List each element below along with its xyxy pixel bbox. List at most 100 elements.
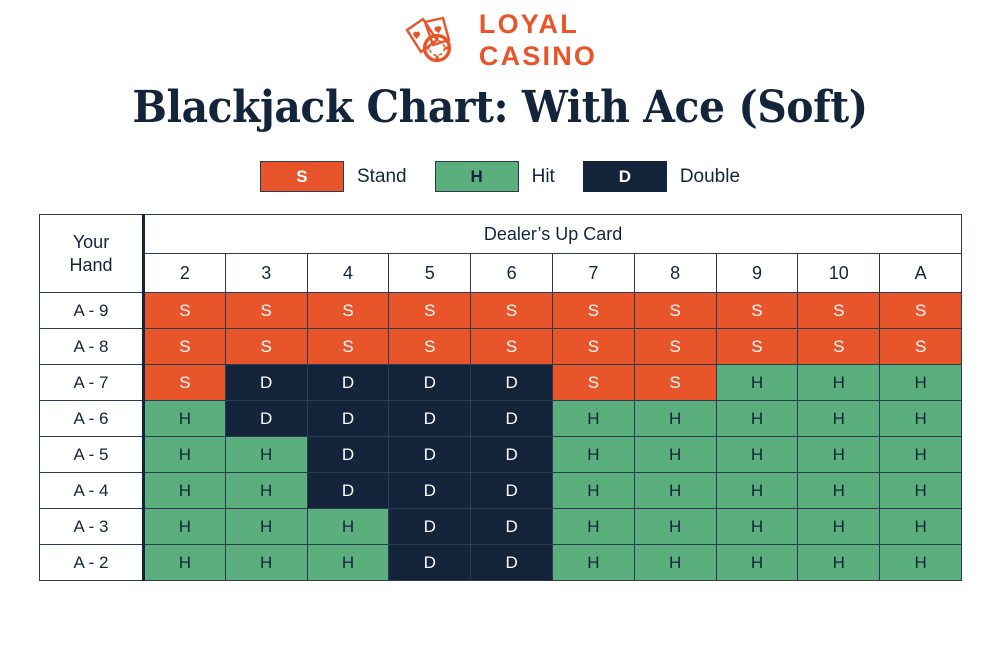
header-row-dealer: Your Hand Dealer’s Up Card: [39, 214, 963, 293]
decision-cell-a-5-vs-2: H: [143, 436, 226, 473]
column-header-10: 10: [797, 253, 881, 293]
brand-wordmark: LOYAL CASINO: [478, 10, 598, 71]
legend-swatch-hit: H: [434, 161, 519, 192]
decision-cell-a-2-vs-5: D: [388, 544, 472, 581]
row-label-a-8: A - 8: [39, 328, 145, 365]
table-row: A - 8SSSSSSSSSS: [39, 328, 963, 365]
decision-cell-a-7-vs-6: D: [470, 364, 553, 401]
column-header-7: 7: [551, 253, 635, 293]
decision-cell-a-4-vs-6: D: [470, 472, 553, 509]
row-label-a-5: A - 5: [39, 436, 145, 473]
brand-line-2: CASINO: [478, 40, 598, 71]
column-header-6: 6: [470, 253, 553, 293]
decision-cell-a-7-vs-10: H: [797, 364, 881, 401]
decision-cell-a-7-vs-3: D: [224, 364, 308, 401]
page-title: Blackjack Chart: With Ace (Soft): [132, 82, 868, 133]
decision-cell-a-8-vs-9: S: [715, 328, 799, 365]
decision-cell-a-5-vs-7: H: [551, 436, 635, 473]
row-label-a-4: A - 4: [39, 472, 145, 509]
decision-cell-a-9-vs-3: S: [224, 292, 308, 329]
decision-cell-a-6-vs-5: D: [388, 400, 472, 437]
decision-cell-a-8-vs-7: S: [551, 328, 635, 365]
decision-cell-a-6-vs-8: H: [633, 400, 717, 437]
decision-cell-a-2-vs-A: H: [879, 544, 963, 581]
decision-cell-a-2-vs-4: H: [306, 544, 390, 581]
decision-cell-a-5-vs-5: D: [388, 436, 472, 473]
decision-cell-a-9-vs-6: S: [470, 292, 553, 329]
decision-cell-a-2-vs-9: H: [715, 544, 799, 581]
row-label-a-2: A - 2: [39, 544, 145, 581]
table-row: A - 2HHHDDHHHHH: [39, 544, 963, 581]
dealer-up-card-header: Dealer’s Up Card: [142, 214, 963, 254]
decision-cell-a-3-vs-9: H: [715, 508, 799, 545]
decision-cell-a-8-vs-5: S: [388, 328, 472, 365]
decision-cell-a-3-vs-4: H: [306, 508, 390, 545]
legend-swatch-stand: S: [259, 161, 344, 192]
column-header-a: A: [879, 253, 963, 293]
decision-cell-a-5-vs-4: D: [306, 436, 390, 473]
decision-cell-a-4-vs-5: D: [388, 472, 472, 509]
blackjack-strategy-table: Your Hand Dealer’s Up Card 2 3 4 5 6 7 8…: [39, 214, 963, 581]
decision-cell-a-2-vs-10: H: [797, 544, 881, 581]
decision-cell-a-7-vs-5: D: [388, 364, 472, 401]
decision-cell-a-5-vs-8: H: [633, 436, 717, 473]
decision-cell-a-8-vs-A: S: [879, 328, 963, 365]
decision-cell-a-9-vs-8: S: [633, 292, 717, 329]
decision-cell-a-5-vs-3: H: [224, 436, 308, 473]
decision-cell-a-3-vs-3: H: [224, 508, 308, 545]
decision-cell-a-4-vs-2: H: [143, 472, 226, 509]
corner-line-2: Hand: [69, 254, 113, 275]
legend-label-stand: Stand: [356, 165, 407, 187]
decision-cell-a-7-vs-9: H: [715, 364, 799, 401]
decision-cell-a-6-vs-10: H: [797, 400, 881, 437]
decision-cell-a-3-vs-5: D: [388, 508, 472, 545]
decision-cell-a-2-vs-2: H: [143, 544, 226, 581]
strategy-table-container: Your Hand Dealer’s Up Card 2 3 4 5 6 7 8…: [39, 214, 963, 581]
decision-cell-a-4-vs-10: H: [797, 472, 881, 509]
decision-cell-a-7-vs-4: D: [306, 364, 390, 401]
decision-cell-a-8-vs-4: S: [306, 328, 390, 365]
legend-swatch-double: D: [582, 161, 667, 192]
legend-item-hit: H Hit: [434, 161, 555, 192]
table-row: A - 6HDDDDHHHHH: [39, 400, 963, 437]
decision-cell-a-8-vs-2: S: [143, 328, 226, 365]
row-label-a-9: A - 9: [39, 292, 145, 329]
decision-cell-a-6-vs-9: H: [715, 400, 799, 437]
decision-cell-a-3-vs-6: D: [470, 508, 553, 545]
row-label-a-7: A - 7: [39, 364, 145, 401]
decision-cell-a-2-vs-7: H: [551, 544, 635, 581]
decision-cell-a-6-vs-4: D: [306, 400, 390, 437]
legend-label-double: Double: [679, 165, 741, 187]
decision-cell-a-5-vs-10: H: [797, 436, 881, 473]
column-header-8: 8: [633, 253, 717, 293]
decision-cell-a-6-vs-3: D: [224, 400, 308, 437]
decision-cell-a-6-vs-7: H: [551, 400, 635, 437]
decision-cell-a-4-vs-8: H: [633, 472, 717, 509]
row-label-a-3: A - 3: [39, 508, 145, 545]
header-row-columns: 2 3 4 5 6 7 8 9 10 A: [40, 253, 963, 293]
column-header-3: 3: [224, 253, 308, 293]
corner-line-1: Your: [72, 232, 110, 252]
decision-cell-a-7-vs-7: S: [551, 364, 635, 401]
decision-cell-a-3-vs-8: H: [633, 508, 717, 545]
cards-and-chip-icon: [405, 16, 451, 63]
decision-cell-a-9-vs-A: S: [879, 292, 963, 329]
brand-logo: LOYAL CASINO: [0, 0, 1000, 69]
decision-cell-a-5-vs-6: D: [470, 436, 553, 473]
column-header-4: 4: [306, 253, 390, 293]
decision-cell-a-5-vs-A: H: [879, 436, 963, 473]
decision-cell-a-2-vs-6: D: [470, 544, 553, 581]
legend-item-stand: S Stand: [259, 161, 407, 192]
decision-cell-a-8-vs-3: S: [224, 328, 308, 365]
decision-cell-a-4-vs-7: H: [551, 472, 635, 509]
decision-cell-a-4-vs-9: H: [715, 472, 799, 509]
decision-cell-a-5-vs-9: H: [715, 436, 799, 473]
corner-your-hand: Your Hand: [39, 214, 145, 293]
decision-cell-a-8-vs-8: S: [633, 328, 717, 365]
row-label-a-6: A - 6: [39, 400, 145, 437]
decision-cell-a-6-vs-2: H: [143, 400, 226, 437]
legend-label-hit: Hit: [531, 165, 555, 187]
decision-cell-a-3-vs-10: H: [797, 508, 881, 545]
decision-cell-a-9-vs-10: S: [797, 292, 881, 329]
decision-cell-a-8-vs-6: S: [470, 328, 553, 365]
